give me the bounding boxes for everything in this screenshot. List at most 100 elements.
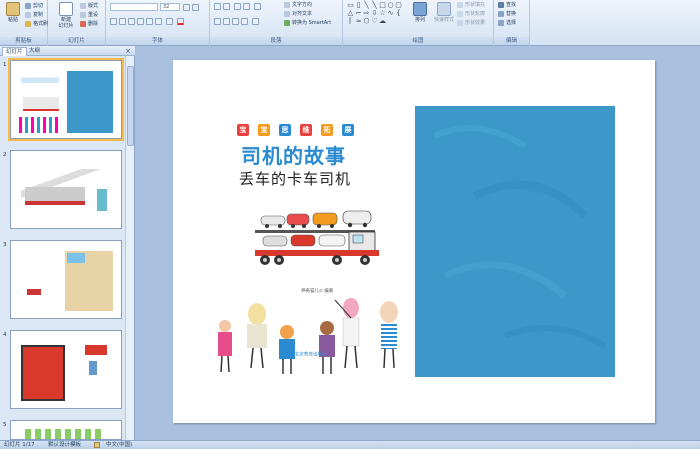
book-subtitle: 丢车的卡车司机 xyxy=(239,170,352,188)
scrollbar-thumb[interactable] xyxy=(127,66,134,146)
arrange-icon xyxy=(413,2,427,16)
rectangle-shape-icon[interactable]: □ xyxy=(379,2,386,9)
line2-shape-icon[interactable]: ╲ xyxy=(371,2,378,9)
align-right-icon[interactable] xyxy=(232,18,239,25)
close-icon[interactable]: × xyxy=(125,46,131,56)
current-slide[interactable]: 宝 宝 思 维 拓 展 司机的故事 丢车的卡车司机 神奇猫儿⊙ 编著 北京教育出… xyxy=(173,60,655,423)
copy-button[interactable]: 复制 xyxy=(25,11,43,19)
press-credit: 北京教育出版社 xyxy=(287,351,327,358)
cut-button[interactable]: 剪切 xyxy=(25,2,43,10)
delete-button[interactable]: 删除 xyxy=(80,20,98,28)
series-label: 维 xyxy=(300,124,312,136)
editing-group-label: 编辑 xyxy=(494,37,529,45)
thumb-driver-art xyxy=(97,189,107,211)
wave-shape-icon[interactable]: ≈ xyxy=(355,18,362,25)
tab-slides[interactable]: 幻灯片 xyxy=(2,47,27,56)
align-text-button[interactable]: 对齐文本 xyxy=(284,10,312,18)
new-slide-button[interactable]: 新建 幻灯片 xyxy=(54,2,78,32)
font-name-combo[interactable] xyxy=(110,3,158,11)
curve-shape-icon[interactable]: ∿ xyxy=(387,10,394,17)
reset-button[interactable]: 重设 xyxy=(80,11,98,19)
slide-thumbnail-4[interactable] xyxy=(10,330,122,409)
panel-scrollbar[interactable] xyxy=(125,56,134,440)
elbow-shape-icon[interactable]: ⌐ xyxy=(355,10,362,17)
paste-button[interactable]: 粘贴 xyxy=(2,2,24,32)
layout-button[interactable]: 版式 xyxy=(80,2,98,10)
shape-outline-button[interactable]: 形状轮廓 xyxy=(457,10,485,18)
shape-effects-button[interactable]: 形状效果 xyxy=(457,19,485,27)
paste-label: 粘贴 xyxy=(7,17,18,23)
numbering-icon[interactable] xyxy=(223,3,230,10)
thumb-trees-art xyxy=(25,429,105,439)
arrange-button[interactable]: 排列 xyxy=(409,2,431,32)
font-size-combo[interactable]: 32 xyxy=(160,3,180,11)
find-button[interactable]: 查找 xyxy=(498,1,516,9)
bullets-icon[interactable] xyxy=(214,3,221,10)
line-spacing-icon[interactable] xyxy=(254,3,261,10)
thumb-truck-art xyxy=(25,187,85,205)
slide-thumbnail-5[interactable] xyxy=(10,420,122,440)
language-status[interactable]: 中文(中国) xyxy=(106,441,132,449)
slide-thumbnail-1[interactable] xyxy=(8,58,124,141)
slide-thumbnail-3[interactable] xyxy=(10,240,122,319)
arrow-right-shape-icon[interactable]: ⇨ xyxy=(363,10,370,17)
tab-outline[interactable]: 大纲 xyxy=(26,47,43,56)
arrow-down-shape-icon[interactable]: ⇩ xyxy=(371,10,378,17)
shrink-font-icon[interactable] xyxy=(192,4,199,11)
thumb-trucks-art xyxy=(23,97,59,111)
justify-icon[interactable] xyxy=(241,18,248,25)
new-slide-icon xyxy=(59,2,73,16)
thumb-title-art xyxy=(21,71,59,93)
spellcheck-icon[interactable] xyxy=(94,442,100,448)
series-label: 宝 xyxy=(237,124,249,136)
effects-icon xyxy=(457,19,463,26)
smartart-button[interactable]: 转换为 SmartArt xyxy=(284,19,331,27)
quick-styles-label: 快速样式 xyxy=(433,17,454,23)
slide-thumbnail-2[interactable] xyxy=(10,150,122,229)
press-logo-icon xyxy=(287,351,293,357)
increase-indent-icon[interactable] xyxy=(243,3,250,10)
columns-icon[interactable] xyxy=(252,18,259,25)
decrease-indent-icon[interactable] xyxy=(234,3,241,10)
textbox-shape-icon[interactable]: ▭ xyxy=(347,2,354,9)
slide-number: 3 xyxy=(3,242,7,248)
shadow-icon[interactable] xyxy=(146,18,153,25)
grow-font-icon[interactable] xyxy=(183,4,190,11)
text-direction-button[interactable]: 文字方向 xyxy=(284,1,312,9)
triangle-shape-icon[interactable]: △ xyxy=(347,10,354,17)
select-button[interactable]: 选择 xyxy=(498,19,516,27)
font-group-label: 字体 xyxy=(106,37,209,45)
quick-styles-button[interactable]: 快速样式 xyxy=(431,2,457,32)
clipboard-group: 粘贴 剪切 复制 格式刷 剪贴板 xyxy=(0,0,48,46)
cloud-shape-icon[interactable]: ☁ xyxy=(379,18,386,25)
brace-shape-icon[interactable]: { xyxy=(395,10,402,17)
underline-icon[interactable] xyxy=(128,18,135,25)
thumb-map-sign xyxy=(67,253,85,263)
book-title: 司机的故事 xyxy=(241,144,346,168)
format-painter-button[interactable]: 格式刷 xyxy=(25,20,48,28)
strikethrough-icon[interactable] xyxy=(137,18,144,25)
hexagon-shape-icon[interactable]: ⬡ xyxy=(363,18,370,25)
new-slide-label: 新建 幻灯片 xyxy=(58,17,74,29)
spacing-icon[interactable] xyxy=(155,18,162,25)
star-shape-icon[interactable]: ☆ xyxy=(379,10,386,17)
replace-button[interactable]: 替换 xyxy=(498,10,516,18)
shape-fill-button[interactable]: 形状填充 xyxy=(457,1,485,9)
font-color-icon[interactable] xyxy=(177,18,184,25)
line-shape-icon[interactable]: ╲ xyxy=(363,2,370,9)
bracket-shape-icon[interactable]: ⌈ xyxy=(347,18,354,25)
slide-number: 4 xyxy=(3,332,7,338)
fill-bucket-icon xyxy=(457,1,463,8)
case-icon[interactable] xyxy=(166,18,173,25)
align-left-icon[interactable] xyxy=(214,18,221,25)
oval-shape-icon[interactable]: ○ xyxy=(387,2,394,9)
heart-shape-icon[interactable]: ♡ xyxy=(371,18,378,25)
thumb-big-truck-art xyxy=(21,345,65,401)
align-center-icon[interactable] xyxy=(223,18,230,25)
text-direction-icon xyxy=(284,1,290,8)
rounded-rect-shape-icon[interactable]: ▢ xyxy=(395,2,402,9)
bold-icon[interactable] xyxy=(110,18,117,25)
textbox-vertical-shape-icon[interactable]: ▯ xyxy=(355,2,362,9)
blue-image-block[interactable] xyxy=(415,106,615,377)
italic-icon[interactable] xyxy=(119,18,126,25)
